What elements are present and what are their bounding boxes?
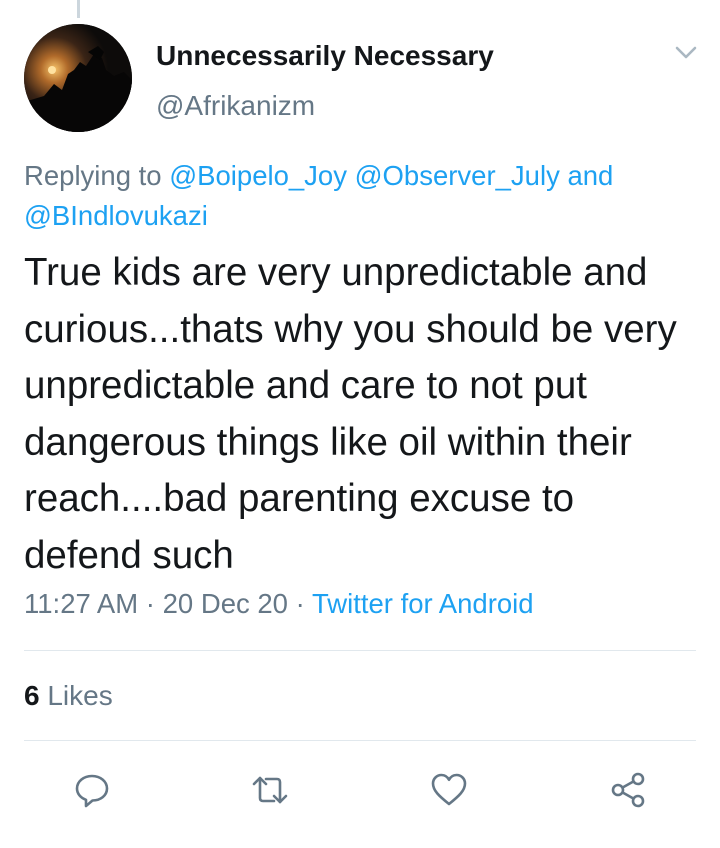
author-handle[interactable]: @Afrikanizm <box>156 90 315 122</box>
like-button[interactable] <box>427 768 471 812</box>
mention-link[interactable]: @Observer_July <box>355 160 560 191</box>
tweet-meta: 11:27 AM · 20 Dec 20 · Twitter for Andro… <box>24 588 534 620</box>
likes-label: Likes <box>47 680 113 711</box>
avatar-image <box>24 24 132 132</box>
likes-count-link[interactable]: 6 Likes <box>24 680 113 712</box>
mention-link[interactable]: @BIndlovukazi <box>24 200 208 231</box>
retweet-icon <box>252 776 288 804</box>
retweet-button[interactable] <box>248 768 292 812</box>
reply-icon <box>75 774 109 808</box>
replying-to: Replying to @Boipelo_Joy @Observer_July … <box>24 156 694 236</box>
tweet-text: True kids are very unpredictable and cur… <box>24 251 677 577</box>
share-button[interactable] <box>606 768 650 812</box>
chevron-down-icon[interactable] <box>672 42 700 64</box>
replying-to-prefix: Replying to <box>24 160 162 191</box>
mention-link[interactable]: @Boipelo_Joy <box>169 160 347 191</box>
divider <box>24 650 696 651</box>
avatar[interactable] <box>24 24 132 132</box>
like-icon <box>431 773 467 806</box>
tweet-date: 20 Dec 20 <box>162 588 288 619</box>
tweet-time: 11:27 AM <box>24 588 139 619</box>
mention-and: and <box>567 160 614 191</box>
share-icon <box>611 772 645 808</box>
thread-line <box>77 0 80 18</box>
likes-number: 6 <box>24 680 40 711</box>
tweet-source-link[interactable]: Twitter for Android <box>312 588 534 619</box>
meta-separator: · <box>295 588 305 619</box>
meta-separator: · <box>145 588 155 619</box>
divider <box>24 740 696 741</box>
reply-button[interactable] <box>70 768 114 812</box>
author-display-name[interactable]: Unnecessarily Necessary <box>156 40 494 72</box>
